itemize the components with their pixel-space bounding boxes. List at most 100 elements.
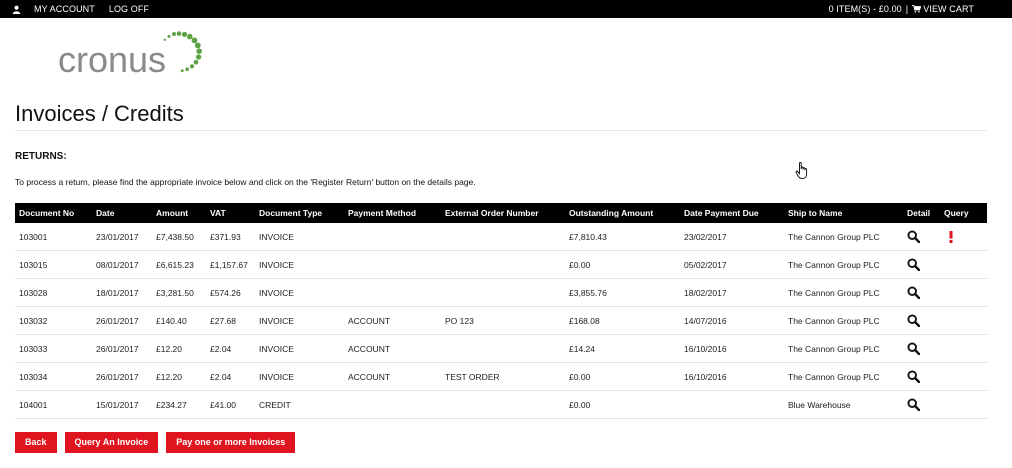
- cell-document-no[interactable]: 104001: [15, 390, 92, 419]
- col-vat[interactable]: VAT: [206, 203, 255, 223]
- cell-payment-method: [344, 390, 441, 419]
- col-date-payment-due[interactable]: Date Payment Due: [680, 203, 784, 223]
- cell-query: [940, 334, 987, 363]
- cell-external-order-number: PO 123: [441, 306, 565, 335]
- cell-detail: [903, 334, 940, 363]
- cell-document-type: INVOICE: [255, 223, 344, 251]
- cell-payment-method: [344, 278, 441, 307]
- col-payment-method[interactable]: Payment Method: [344, 203, 441, 223]
- cell-ship-to-name: The Cannon Group PLC: [784, 334, 903, 363]
- cell-document-no[interactable]: 103034: [15, 362, 92, 391]
- cell-document-type: CREDIT: [255, 390, 344, 419]
- cell-query: [940, 223, 987, 251]
- cell-date-payment-due: 23/02/2017: [680, 223, 784, 251]
- view-cart-link[interactable]: VIEW CART: [923, 4, 974, 14]
- table-row: 103001 23/01/2017 £7,438.50 £371.93 INVOICE £…: [15, 223, 987, 251]
- col-outstanding-amount[interactable]: Outstanding Amount: [565, 203, 680, 223]
- cell-amount: £12.20: [152, 334, 206, 363]
- table-row: 103034 26/01/2017 £12.20 £2.04 INVOICE ACCOUN…: [15, 362, 987, 391]
- cell-date: 18/01/2017: [92, 278, 152, 307]
- cell-document-type: INVOICE: [255, 306, 344, 335]
- cell-date-payment-due: 05/02/2017: [680, 250, 784, 279]
- cell-outstanding-amount: £14.24: [565, 334, 680, 363]
- cell-amount: £140.40: [152, 306, 206, 335]
- table-row: 104001 15/01/2017 £234.27 £41.00 CREDIT £0.00…: [15, 390, 987, 419]
- cell-external-order-number: [441, 250, 565, 279]
- col-amount[interactable]: Amount: [152, 203, 206, 223]
- logo-dots: [163, 31, 202, 73]
- col-ship-to-name[interactable]: Ship to Name: [784, 203, 903, 223]
- cell-document-no[interactable]: 103033: [15, 334, 92, 363]
- cart-summary: 0 ITEM(S) - £0.00 | VIEW CART: [829, 4, 974, 14]
- exclamation-icon[interactable]: [948, 230, 954, 243]
- cart-summary-text: 0 ITEM(S) - £0.00: [828, 4, 902, 14]
- cell-document-type: INVOICE: [255, 250, 344, 279]
- pay-invoices-button[interactable]: Pay one or more Invoices: [166, 432, 296, 453]
- cell-amount: £234.27: [152, 390, 206, 419]
- logo-text: cronus: [58, 39, 166, 80]
- cart-icon: [912, 5, 922, 13]
- cell-document-no[interactable]: 103028: [15, 278, 92, 307]
- cell-date-payment-due: 16/10/2016: [680, 334, 784, 363]
- cell-date-payment-due: [680, 390, 784, 419]
- cell-amount: £12.20: [152, 362, 206, 391]
- my-account-link[interactable]: MY ACCOUNT: [34, 4, 95, 14]
- cell-outstanding-amount: £7,810.43: [565, 223, 680, 251]
- col-external-order-number[interactable]: External Order Number: [441, 203, 565, 223]
- cell-document-no[interactable]: 103032: [15, 306, 92, 335]
- cell-document-no[interactable]: 103015: [15, 250, 92, 279]
- cell-detail: [903, 390, 940, 419]
- search-icon[interactable]: [907, 342, 920, 355]
- cell-ship-to-name: The Cannon Group PLC: [784, 223, 903, 251]
- query-invoice-button[interactable]: Query An Invoice: [64, 432, 159, 453]
- table-row: 103015 08/01/2017 £6,615.23 £1,157.67 INVOIC…: [15, 250, 987, 279]
- cell-date: 15/01/2017: [92, 390, 152, 419]
- col-date[interactable]: Date: [92, 203, 152, 223]
- cell-outstanding-amount: £0.00: [565, 362, 680, 391]
- cell-ship-to-name: The Cannon Group PLC: [784, 278, 903, 307]
- back-button[interactable]: Back: [15, 432, 57, 453]
- cell-external-order-number: TEST ORDER: [441, 362, 565, 391]
- cell-document-type: INVOICE: [255, 278, 344, 307]
- cell-external-order-number: [441, 390, 565, 419]
- cell-date-payment-due: 16/10/2016: [680, 362, 784, 391]
- log-off-link[interactable]: LOG OFF: [109, 4, 149, 14]
- returns-instructions: To process a return, please find the app…: [15, 177, 476, 187]
- cell-payment-method: [344, 250, 441, 279]
- invoice-rows: 103001 23/01/2017 £7,438.50 £371.93 INVOICE £…: [15, 223, 987, 419]
- cell-external-order-number: [441, 334, 565, 363]
- col-detail: Detail: [903, 203, 940, 223]
- cell-detail: [903, 223, 940, 251]
- search-icon[interactable]: [907, 230, 920, 243]
- page-title: Invoices / Credits: [15, 101, 184, 126]
- cell-vat: £27.68: [206, 306, 255, 335]
- search-icon[interactable]: [907, 314, 920, 327]
- col-document-type[interactable]: Document Type: [255, 203, 344, 223]
- cell-vat: £41.00: [206, 390, 255, 419]
- cell-ship-to-name: Blue Warehouse: [784, 390, 903, 419]
- search-icon[interactable]: [907, 258, 920, 271]
- cell-document-type: INVOICE: [255, 334, 344, 363]
- cell-amount: £3,281.50: [152, 278, 206, 307]
- cell-document-no[interactable]: 103001: [15, 223, 92, 251]
- table-row: 103028 18/01/2017 £3,281.50 £574.26 INVOICE £…: [15, 278, 987, 307]
- cell-date: 26/01/2017: [92, 306, 152, 335]
- search-icon[interactable]: [907, 286, 920, 299]
- cell-query: [940, 278, 987, 307]
- cell-external-order-number: [441, 223, 565, 251]
- col-document-no[interactable]: Document No: [15, 203, 92, 223]
- cell-date-payment-due: 18/02/2017: [680, 278, 784, 307]
- cell-detail: [903, 278, 940, 307]
- search-icon[interactable]: [907, 398, 920, 411]
- cell-payment-method: ACCOUNT: [344, 306, 441, 335]
- invoices-table: Document No Date Amount VAT Document Typ…: [15, 203, 987, 419]
- cell-ship-to-name: The Cannon Group PLC: [784, 306, 903, 335]
- user-icon: [12, 5, 21, 14]
- cell-payment-method: ACCOUNT: [344, 334, 441, 363]
- search-icon[interactable]: [907, 370, 920, 383]
- cell-query: [940, 362, 987, 391]
- cronus-logo[interactable]: cronus: [58, 30, 208, 80]
- cell-payment-method: [344, 223, 441, 251]
- cell-query: [940, 306, 987, 335]
- cell-date-payment-due: 14/07/2016: [680, 306, 784, 335]
